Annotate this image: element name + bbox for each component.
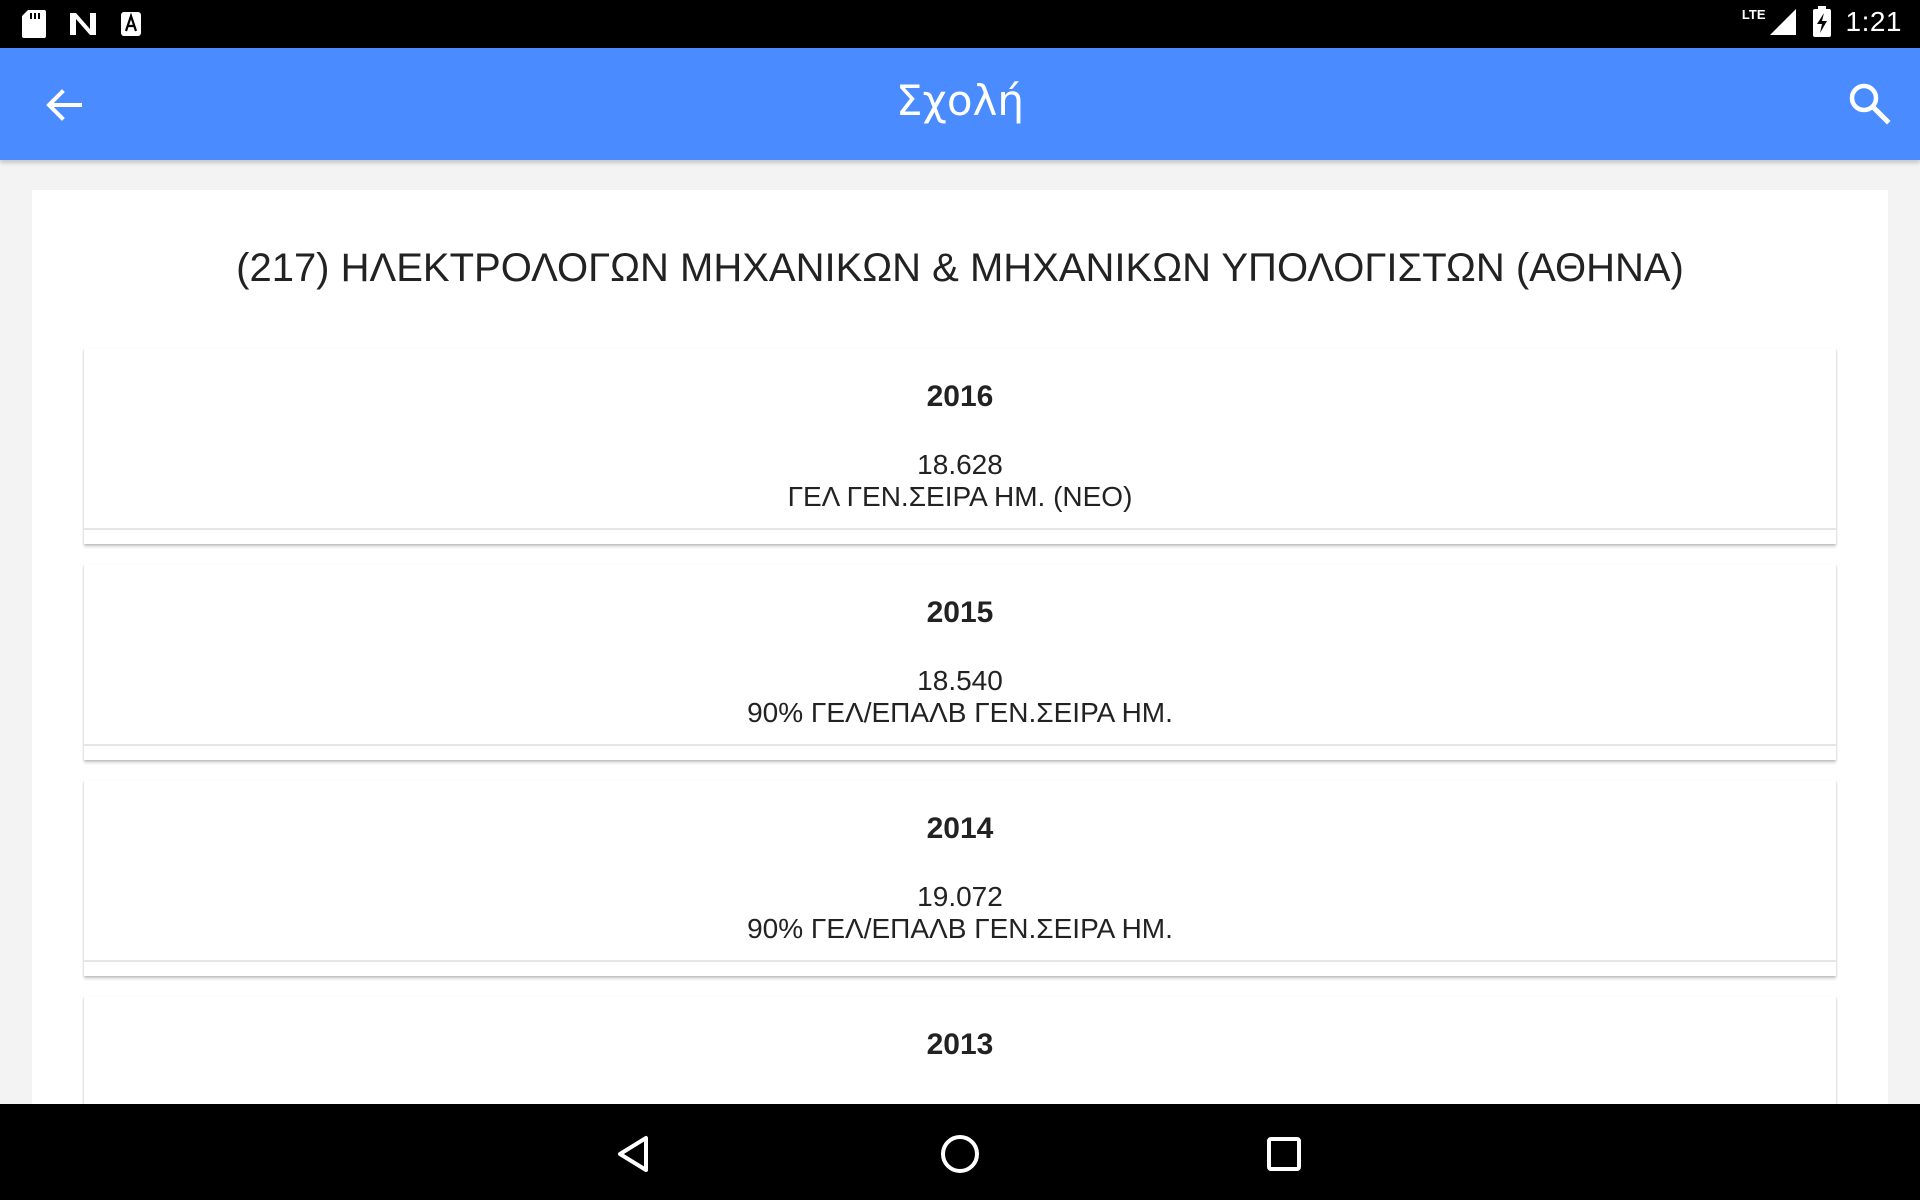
- app-bar: Σχολή: [0, 48, 1920, 160]
- category-label: 90% ΓΕΛ/ΕΠΑΛΒ ΓΕΝ.ΣΕΙΡΑ ΗΜ.: [747, 697, 1173, 728]
- navigation-bar: [0, 1104, 1920, 1200]
- status-bar: LTE 1:21: [0, 0, 1920, 48]
- clock: 1:21: [1845, 6, 1902, 37]
- score-value: 18.628: [917, 449, 1003, 480]
- sd-card-icon: [22, 10, 46, 38]
- system-status: LTE 1:21: [1742, 6, 1902, 38]
- notification-icons: [22, 10, 142, 38]
- card-divider: [84, 528, 1836, 530]
- school-details-card: (217) ΗΛΕΚΤΡΟΛΟΓΩΝ ΜΗΧΑΝΙΚΩΝ & ΜΗΧΑΝΙΚΩΝ…: [32, 190, 1888, 1200]
- category-label: 90% ΓΕΛ/ΕΠΑΛΒ ΓΕΝ.ΣΕΙΡΑ ΗΜ.: [747, 913, 1173, 944]
- recents-square-icon: [1267, 1137, 1301, 1171]
- year-label: 2016: [926, 380, 994, 413]
- card-divider: [84, 744, 1836, 746]
- a-app-icon: [121, 12, 141, 36]
- year-card-2016[interactable]: 2016 18.628 ΓΕΛ ΓΕΝ.ΣΕΙΡΑ ΗΜ. (ΝΕΟ): [84, 348, 1836, 544]
- year-label: 2014: [926, 812, 994, 845]
- card-divider: [84, 960, 1836, 962]
- score-value: 19.072: [917, 881, 1003, 912]
- nav-recents-button[interactable]: [1260, 1130, 1308, 1178]
- n-app-icon: [70, 13, 96, 35]
- cell-signal-icon: [1769, 9, 1796, 35]
- year-card-2014[interactable]: 2014 19.072 90% ΓΕΛ/ΕΠΑΛΒ ΓΕΝ.ΣΕΙΡΑ ΗΜ.: [84, 780, 1836, 976]
- network-type-label: LTE: [1741, 6, 1766, 22]
- nav-home-button[interactable]: [936, 1130, 984, 1178]
- nav-back-button[interactable]: [612, 1130, 660, 1178]
- home-circle-icon: [941, 1135, 979, 1173]
- battery-charging-icon: [1812, 6, 1831, 37]
- year-label: 2013: [926, 1028, 994, 1061]
- search-icon: [1849, 83, 1891, 125]
- school-title: (217) ΗΛΕΚΤΡΟΛΟΓΩΝ ΜΗΧΑΝΙΚΩΝ & ΜΗΧΑΝΙΚΩΝ…: [236, 246, 1684, 290]
- year-label: 2015: [926, 596, 994, 629]
- page-title: Σχολή: [896, 76, 1024, 125]
- category-label: ΓΕΛ ΓΕΝ.ΣΕΙΡΑ ΗΜ. (ΝΕΟ): [787, 481, 1133, 512]
- back-triangle-icon: [618, 1136, 648, 1172]
- score-value: 18.540: [917, 665, 1003, 696]
- search-button[interactable]: [1846, 80, 1892, 126]
- year-card-2015[interactable]: 2015 18.540 90% ΓΕΛ/ΕΠΑΛΒ ΓΕΝ.ΣΕΙΡΑ ΗΜ.: [84, 564, 1836, 760]
